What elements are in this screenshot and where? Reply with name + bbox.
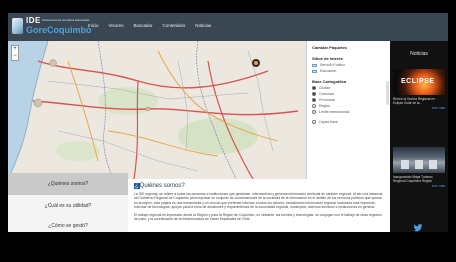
layer-panel-title: Cambiar Paquetes [312, 45, 347, 50]
tab-quienes-somos[interactable]: ¿Quiénes somos? [8, 173, 128, 195]
nav-contenidos[interactable]: Contenidos [162, 23, 185, 28]
news-title: Noticias [410, 51, 428, 57]
layer-panel-scrollbar[interactable] [386, 81, 389, 105]
radio-button[interactable] [312, 120, 316, 124]
layer-group-1-title: Sitios de Interés [312, 56, 343, 61]
radio-button[interactable] [312, 110, 316, 114]
layer-panel: Cambiar Paquetes Sitios de Interés Servi… [306, 41, 390, 179]
top-navbar: IDE Infraestructura de Datos Espaciales … [8, 13, 448, 41]
layer-item[interactable]: Servicio Público [312, 63, 385, 67]
nav-inicio[interactable]: Inicio [88, 23, 99, 28]
twitter-bird-icon[interactable] [413, 224, 423, 232]
news-image-text: ECLIPSE [401, 78, 435, 85]
news-image[interactable]: ECLIPSE [393, 69, 445, 95]
nav-noticias[interactable]: Noticias [195, 23, 211, 28]
layer-radio[interactable]: Comunas [312, 92, 385, 96]
news-image[interactable] [393, 147, 445, 173]
content-paragraph-1: La IDE regional, se refiere a todas las … [134, 192, 383, 210]
radio-button[interactable] [312, 86, 316, 90]
radio-button[interactable] [312, 98, 316, 102]
news-caption: Revive la Guerra Regional en Eclipse Sol… [393, 97, 435, 105]
zoom-control[interactable]: + − [11, 45, 19, 61]
news-column: Noticias ECLIPSE Revive la Guerra Region… [390, 41, 448, 232]
content-paragraph-2: El trabajo regional es impulsado desde l… [134, 212, 382, 222]
radio-button[interactable] [312, 92, 316, 96]
nav-buscador[interactable]: Buscador [133, 23, 152, 28]
site-logo[interactable]: IDE Infraestructura de Datos Espaciales … [12, 16, 92, 38]
legend-swatch [312, 69, 317, 73]
tab-utilidad[interactable]: ¿Cuál es su utilidad? [8, 195, 128, 217]
news-read-more-link[interactable]: Leer más [393, 184, 445, 188]
tab-como-se-gesto[interactable]: ¿Cómo se gestó? [8, 215, 128, 232]
legend-swatch [312, 63, 317, 67]
radio-button[interactable] [312, 104, 316, 108]
logo-mark-icon [12, 18, 23, 34]
tab-content: ¿Quiénes somos? La IDE regional, se refi… [128, 179, 390, 232]
layer-radio[interactable]: Provincias [312, 98, 385, 102]
nav-visores[interactable]: Visores [109, 23, 124, 28]
news-card[interactable]: Inauguración Mapa Turismo Regional Coqui… [393, 147, 445, 188]
news-card[interactable]: ECLIPSE Revive la Guerra Regional en Ecl… [393, 69, 445, 110]
logo-subtitle: Infraestructura de Datos Espaciales [42, 18, 90, 22]
map-viewer[interactable]: + − [8, 41, 306, 179]
info-tabs: ¿Quiénes somos? ¿Cuál es su utilidad? ¿C… [8, 173, 128, 232]
zoom-out-button[interactable]: − [12, 53, 18, 60]
layer-radio[interactable]: Región [312, 104, 385, 108]
main-menu: Inicio Visores Buscador Contenidos Notic… [88, 23, 211, 28]
logo-name: GoreCoquimbo [26, 25, 92, 35]
logo-ide-text: IDE [26, 16, 41, 25]
news-read-more-link[interactable]: Leer más [393, 106, 445, 110]
layer-radio[interactable]: Límite internacional [312, 110, 385, 114]
layer-radio[interactable]: Capas base [312, 120, 385, 124]
layer-group-2-title: Base Cartográfica [312, 79, 347, 84]
layer-item[interactable]: Educación [312, 69, 385, 73]
map-canvas[interactable] [8, 41, 306, 179]
heading-text: Quiénes somos? [139, 183, 185, 189]
content-heading: ¿Quiénes somos? [134, 183, 384, 189]
news-caption: Inauguración Mapa Turismo Regional Coqui… [393, 175, 433, 183]
layer-radio[interactable]: Ciudad [312, 86, 385, 90]
browser-viewport: IDE Infraestructura de Datos Espaciales … [8, 13, 448, 232]
zoom-in-button[interactable]: + [12, 46, 18, 53]
